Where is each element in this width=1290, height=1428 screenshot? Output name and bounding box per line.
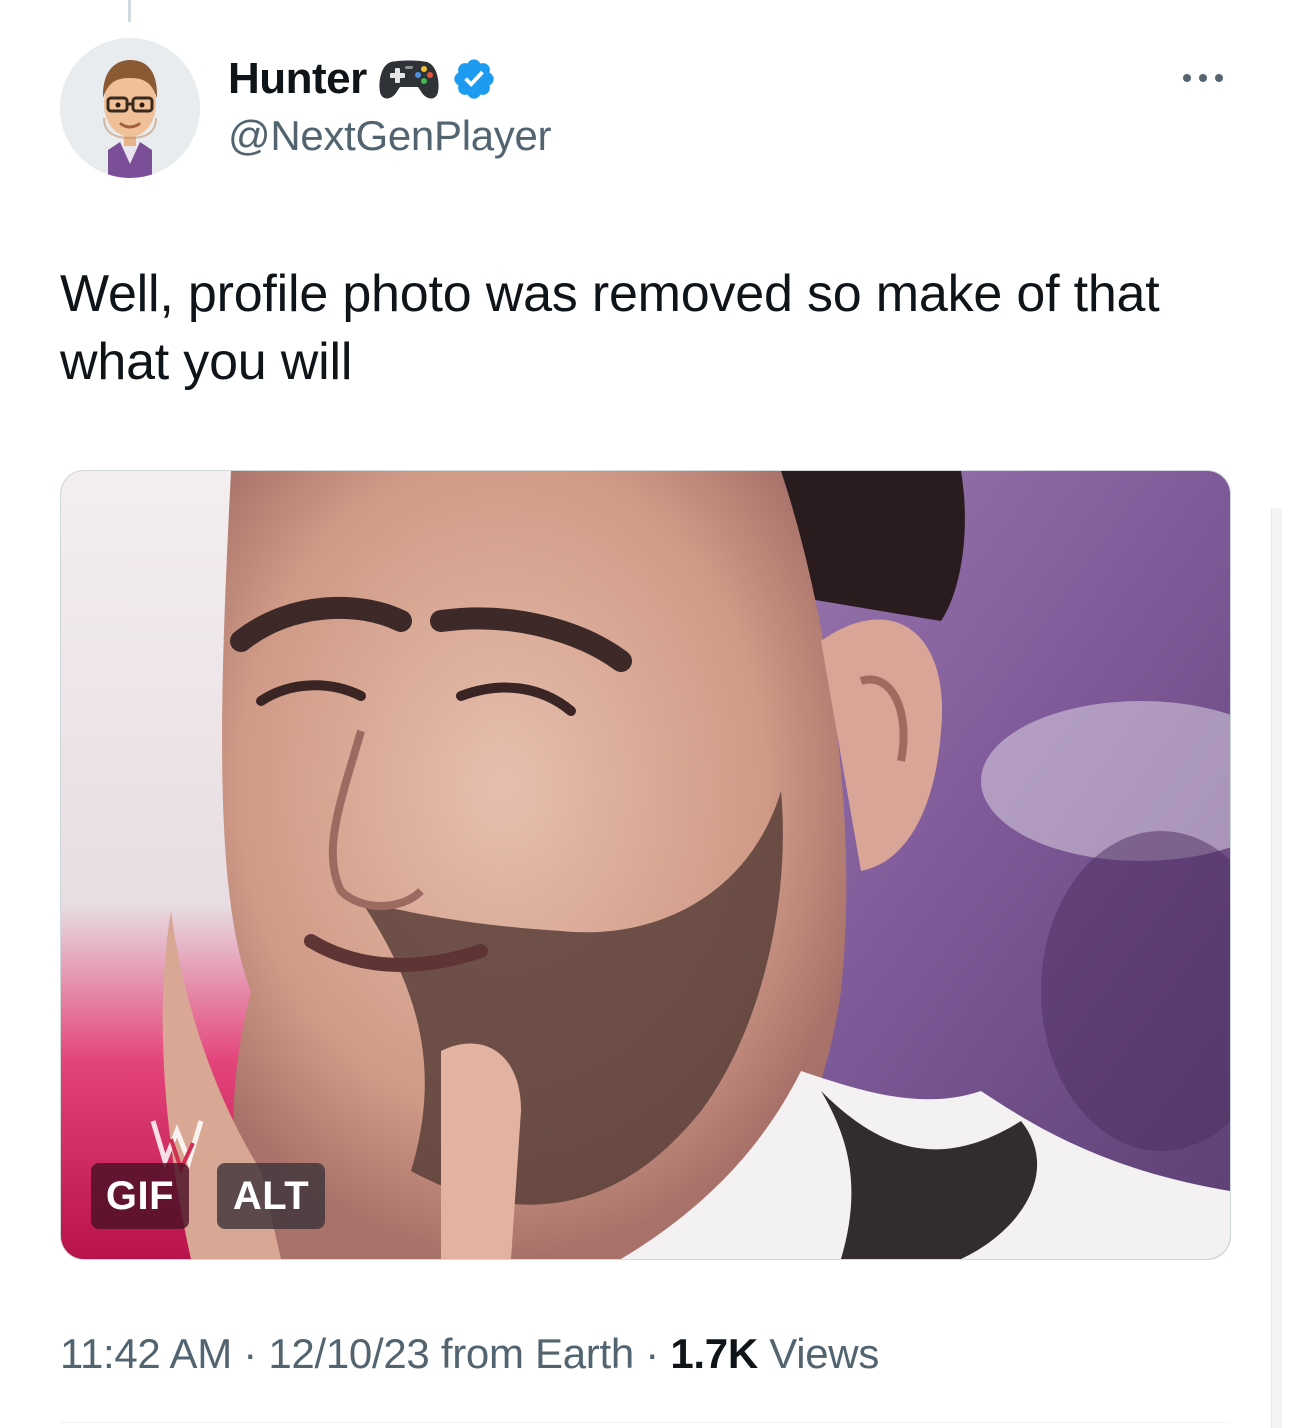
meta-separator: · (633, 1330, 671, 1377)
thread-connector-line (128, 0, 131, 22)
video-game-controller-icon (377, 56, 441, 102)
author-name-row[interactable]: Hunter (228, 52, 497, 106)
tweet-metadata: 11:42 AM · 12/10/23 from Earth · 1.7K Vi… (60, 1330, 879, 1378)
tweet-text: Well, profile photo was removed so make … (60, 265, 1160, 391)
views-count: 1.7K (670, 1330, 758, 1377)
tweet-source: from Earth (429, 1330, 634, 1377)
views-label: Views (757, 1330, 880, 1377)
tweet-date[interactable]: 12/10/23 (268, 1330, 429, 1377)
gif-media[interactable]: GIF ALT (60, 470, 1231, 1260)
gif-badge: GIF (91, 1163, 189, 1229)
gif-frame-image (61, 471, 1230, 1259)
meta-separator: · (231, 1330, 269, 1377)
display-name[interactable]: Hunter (228, 54, 367, 104)
divider (60, 1422, 1229, 1423)
bitmoji-avatar-icon (60, 38, 200, 178)
more-options-icon[interactable] (1178, 60, 1228, 96)
verified-badge-icon[interactable] (451, 56, 497, 102)
tweet-time[interactable]: 11:42 AM (60, 1330, 232, 1377)
author-handle[interactable]: @NextGenPlayer (228, 112, 552, 160)
alt-text-button[interactable]: ALT (217, 1163, 325, 1229)
avatar[interactable] (60, 38, 200, 178)
scrollbar[interactable] (1271, 508, 1282, 1428)
